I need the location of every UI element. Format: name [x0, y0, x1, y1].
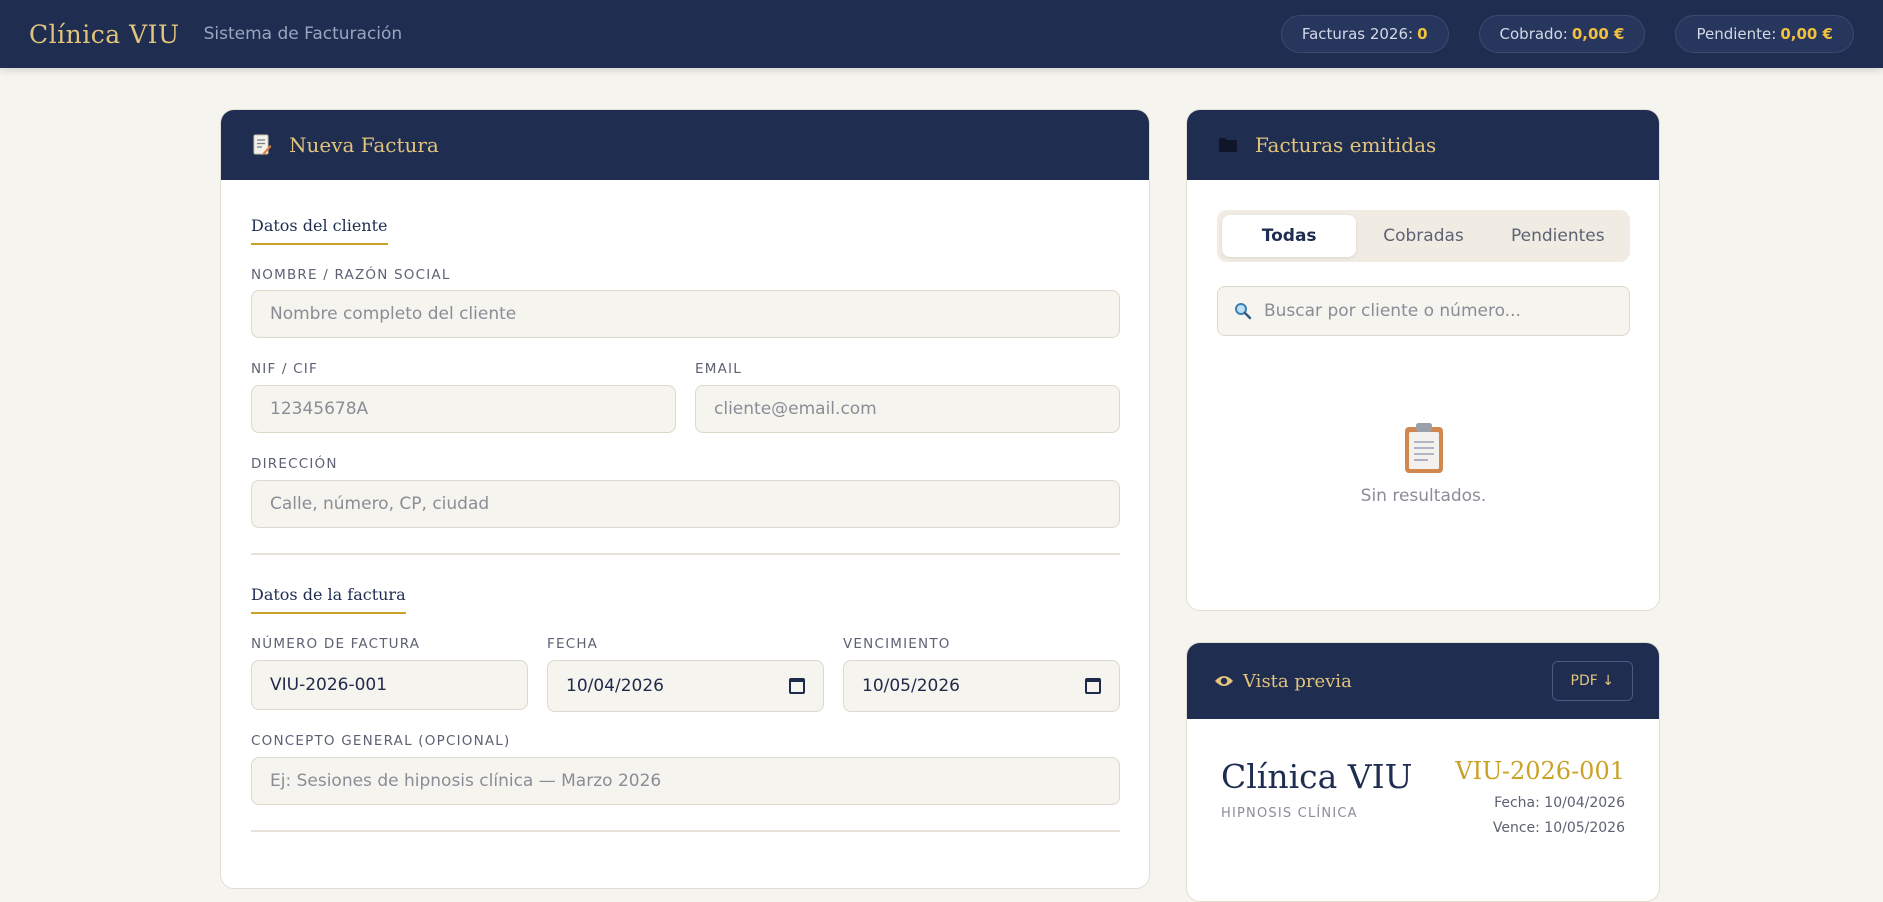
- new-invoice-title: Nueva Factura: [289, 133, 439, 157]
- eye-icon: [1213, 670, 1235, 692]
- invoice-number-input[interactable]: VIU-2026-001: [251, 660, 528, 710]
- email-input[interactable]: cliente@email.com: [695, 385, 1120, 433]
- date-label: FECHA: [547, 636, 599, 652]
- address-label: DIRECCIÓN: [251, 456, 338, 472]
- calendar-icon[interactable]: [789, 678, 805, 694]
- due-date-label: VENCIMIENTO: [843, 636, 951, 652]
- preview-date: Fecha: 10/04/2026: [1494, 795, 1625, 811]
- preview-invoice-number: VIU-2026-001: [1455, 757, 1625, 785]
- pdf-download-button[interactable]: PDF ↓: [1551, 661, 1633, 701]
- memo-icon: [251, 134, 273, 156]
- search-icon: [1235, 303, 1252, 320]
- new-invoice-card: Nueva Factura Datos del cliente NOMBRE /…: [220, 109, 1150, 889]
- tab-collected[interactable]: Cobradas: [1356, 215, 1490, 257]
- stat-label: Pendiente:: [1696, 25, 1777, 43]
- nif-input[interactable]: 12345678A: [251, 385, 676, 433]
- preview-title: Vista previa: [1243, 670, 1352, 692]
- section-divider: [251, 553, 1120, 555]
- stat-pending: Pendiente: 0,00 €: [1675, 15, 1854, 53]
- search-placeholder: Buscar por cliente o número...: [1264, 301, 1521, 321]
- top-bar: Clínica VIU Sistema de Facturación Factu…: [0, 0, 1883, 68]
- stat-value: 0: [1417, 25, 1428, 43]
- stat-value: 0,00 €: [1780, 25, 1833, 43]
- issued-invoices-title: Facturas emitidas: [1255, 133, 1437, 157]
- concept-input[interactable]: Ej: Sesiones de hipnosis clínica — Marzo…: [251, 757, 1120, 805]
- name-label: NOMBRE / RAZÓN SOCIAL: [251, 267, 451, 283]
- empty-state: Sin resultados.: [1217, 422, 1630, 506]
- tab-pending[interactable]: Pendientes: [1491, 215, 1625, 257]
- stat-invoices-count: Facturas 2026: 0: [1280, 15, 1449, 53]
- client-section-title: Datos del cliente: [251, 216, 388, 245]
- preview-clinic-tagline: HIPNOSIS CLÍNICA: [1221, 806, 1358, 821]
- address-input[interactable]: Calle, número, CP, ciudad: [251, 480, 1120, 528]
- clipboard-icon: [1404, 423, 1443, 473]
- brand-logo: Clínica VIU: [29, 19, 180, 49]
- stats-bar: Facturas 2026: 0 Cobrado: 0,00 € Pendien…: [1280, 15, 1854, 53]
- due-date-value: 10/05/2026: [862, 676, 960, 696]
- calendar-icon[interactable]: [1085, 678, 1101, 694]
- stat-label: Cobrado:: [1499, 25, 1568, 43]
- stat-value: 0,00 €: [1571, 25, 1625, 43]
- new-invoice-header: Nueva Factura: [221, 110, 1149, 180]
- invoice-section-title: Datos de la factura: [251, 585, 406, 614]
- stat-collected: Cobrado: 0,00 €: [1478, 15, 1646, 53]
- filter-tabs: Todas Cobradas Pendientes: [1217, 210, 1630, 262]
- preview-card: Vista previa PDF ↓ Clínica VIU HIPNOSIS …: [1186, 642, 1660, 902]
- stat-label: Facturas 2026:: [1301, 25, 1414, 43]
- email-label: EMAIL: [695, 361, 742, 377]
- folder-icon: [1217, 134, 1239, 156]
- issued-invoices-header: Facturas emitidas: [1187, 110, 1659, 180]
- due-date-input[interactable]: 10/05/2026: [843, 660, 1120, 712]
- preview-clinic-name: Clínica VIU: [1221, 757, 1413, 796]
- preview-header: Vista previa PDF ↓: [1187, 643, 1659, 719]
- date-value: 10/04/2026: [566, 676, 664, 696]
- search-input[interactable]: Buscar por cliente o número...: [1217, 286, 1630, 336]
- invoice-number-label: NÚMERO DE FACTURA: [251, 636, 421, 652]
- empty-text: Sin resultados.: [1360, 486, 1487, 506]
- client-name-input[interactable]: Nombre completo del cliente: [251, 290, 1120, 338]
- preview-due-date: Vence: 10/05/2026: [1492, 820, 1625, 836]
- date-input[interactable]: 10/04/2026: [547, 660, 824, 712]
- concept-label: CONCEPTO GENERAL (OPCIONAL): [251, 733, 511, 749]
- tab-all[interactable]: Todas: [1222, 215, 1357, 257]
- issued-invoices-card: Facturas emitidas Todas Cobradas Pendien…: [1186, 109, 1660, 611]
- app-subtitle: Sistema de Facturación: [203, 24, 403, 44]
- nif-label: NIF / CIF: [251, 361, 318, 377]
- section-divider: [251, 830, 1120, 832]
